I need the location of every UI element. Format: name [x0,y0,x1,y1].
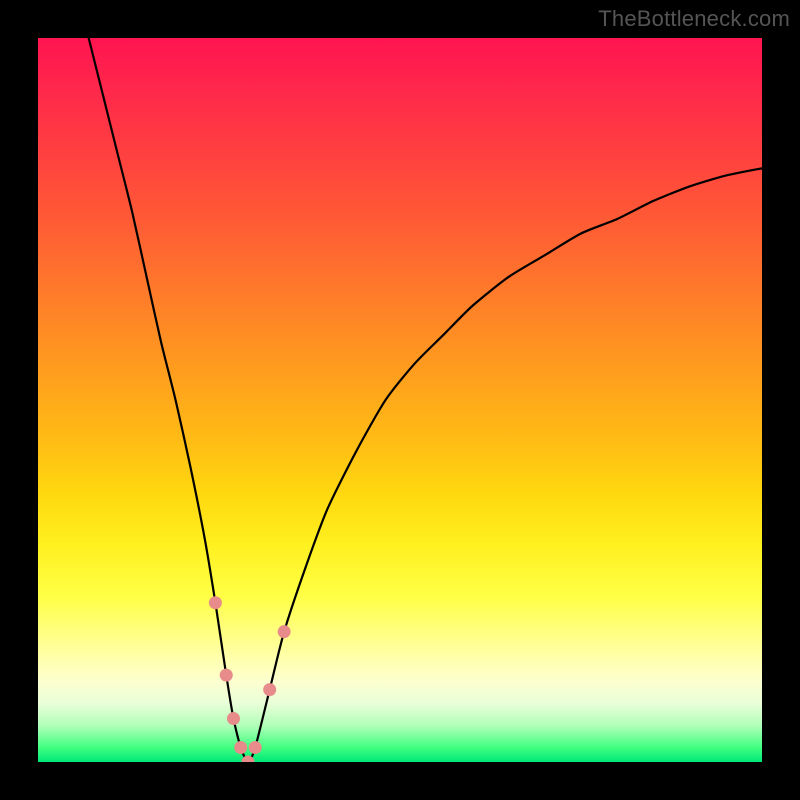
curve-markers [209,596,291,762]
plot-area [38,38,762,762]
watermark-text: TheBottleneck.com [598,6,790,32]
marker-dot [227,712,240,725]
marker-dot [234,741,247,754]
marker-dot [278,625,291,638]
marker-dot [209,596,222,609]
chart-container: TheBottleneck.com [0,0,800,800]
bottleneck-curve [89,38,762,762]
marker-dot [220,669,233,682]
marker-dot [249,741,262,754]
curve-layer [38,38,762,762]
marker-dot [263,683,276,696]
